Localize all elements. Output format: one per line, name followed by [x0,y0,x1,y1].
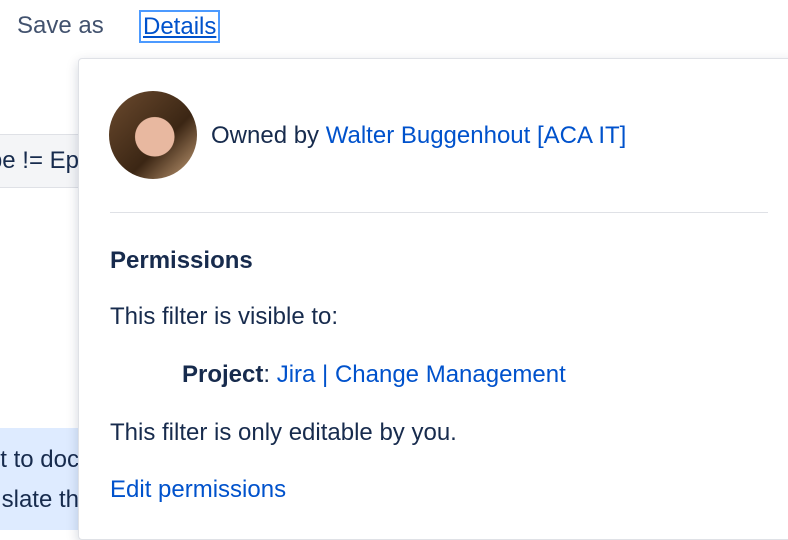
owner-line: Owned by Walter Buggenhout [ACA IT] [211,122,626,150]
query-text-fragment: pe != Ep [0,147,79,174]
project-link[interactable]: Jira | Change Management [277,361,566,388]
edit-permissions-link[interactable]: Edit permissions [110,476,286,504]
owner-avatar [109,91,197,179]
share-type-label: Project [182,361,264,388]
details-button[interactable]: Details [139,10,221,43]
owner-name-link[interactable]: Walter Buggenhout [ACA IT] [326,122,627,149]
editable-text: This filter is only editable by you. [110,419,457,446]
query-field-fragment: pe != Ep [0,134,79,188]
info-panel-fragment: t to doc slate th [0,428,79,530]
visible-to-text: This filter is visible to: [110,303,339,330]
share-project-line: Project: Jira | Change Management [182,361,566,389]
save-as-button[interactable]: Save as [17,12,104,40]
permissions-heading: Permissions [110,247,253,274]
info-text-line-1: t to doc [0,446,79,473]
divider [110,212,768,213]
details-popup: Owned by Walter Buggenhout [ACA IT] Perm… [78,58,788,540]
share-separator: : [263,361,277,388]
info-text-line-2: slate th [1,486,79,513]
filter-toolbar: Save as Details [0,0,788,56]
owner-prefix: Owned by [211,122,326,149]
